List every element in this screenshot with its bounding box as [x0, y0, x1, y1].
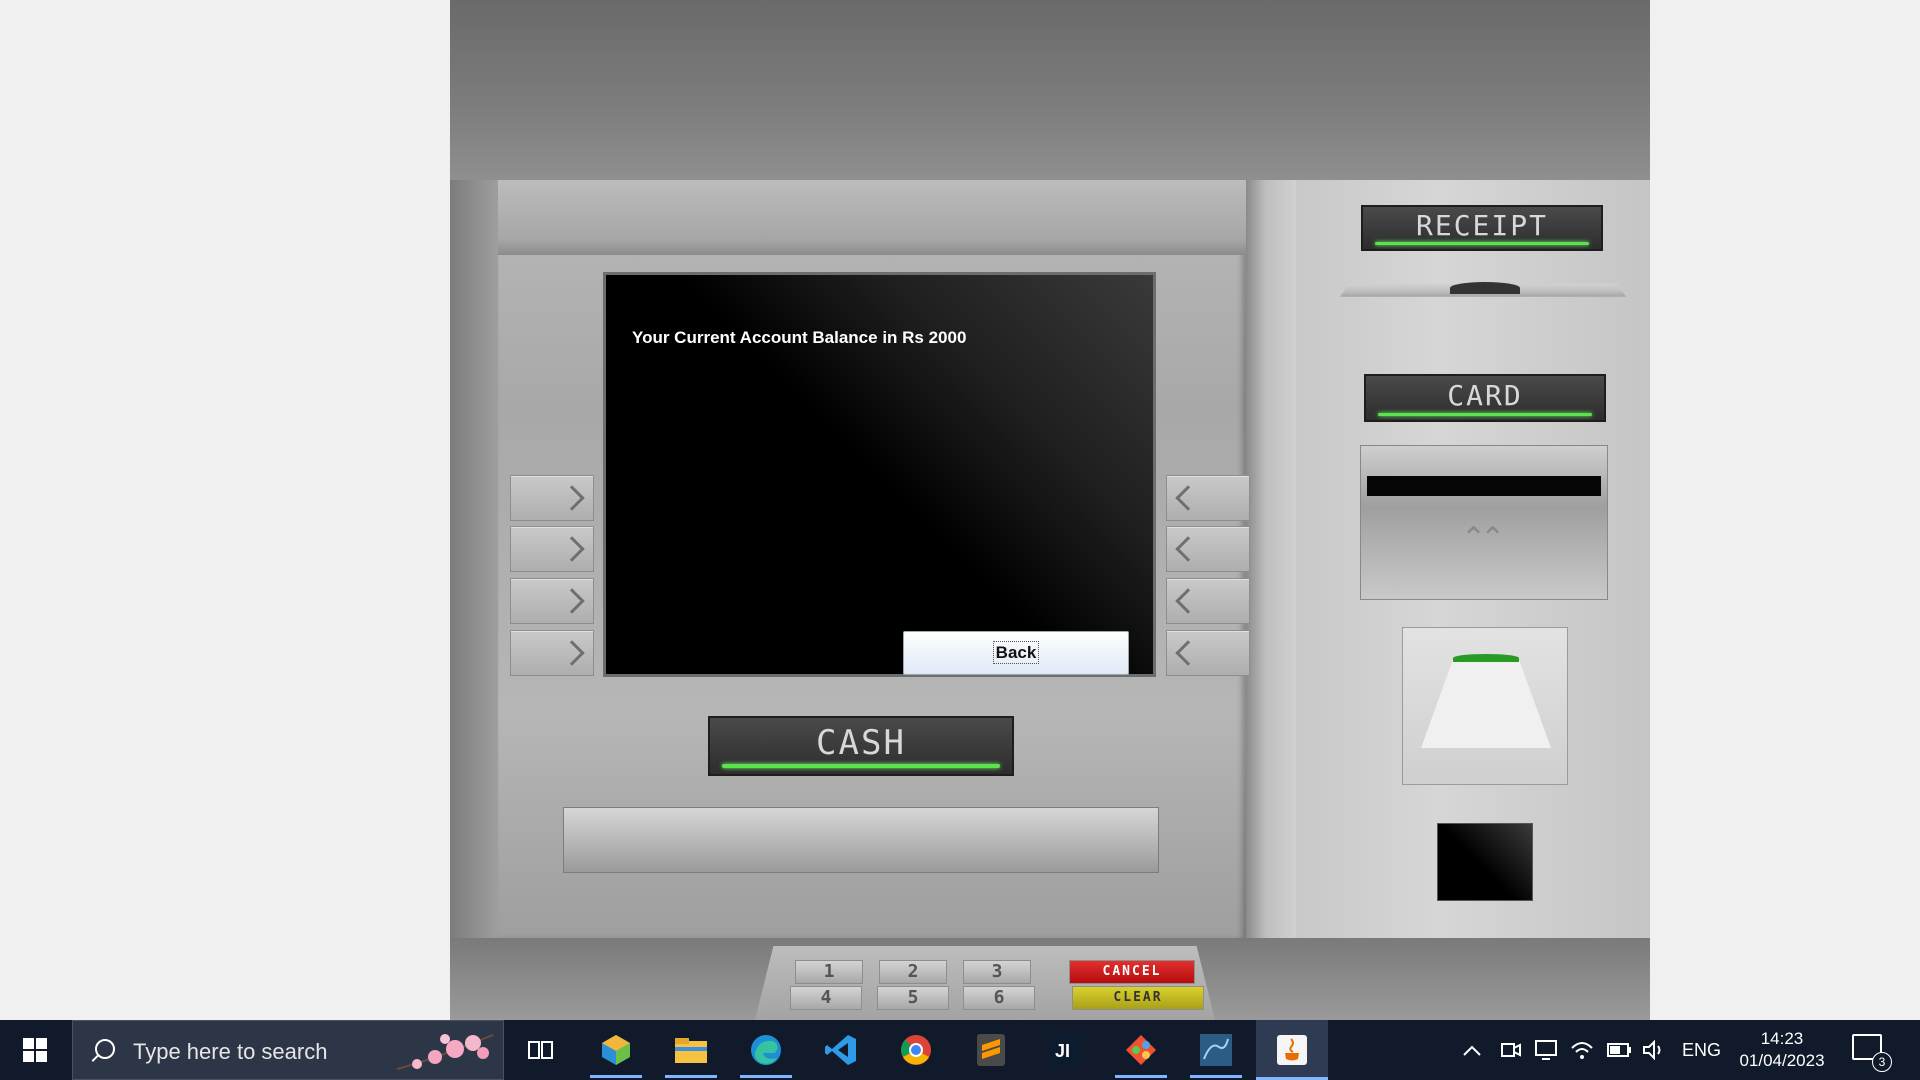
task-view-icon[interactable]: [515, 1028, 567, 1072]
clock-time: 14:23: [1760, 1029, 1804, 1048]
windows-logo-icon: [23, 1038, 47, 1062]
mysql-workbench-active-indicator: [1190, 1075, 1242, 1078]
card-label-text: CARD: [1447, 379, 1523, 412]
key-3[interactable]: 3: [963, 960, 1031, 984]
sublime-text-icon[interactable]: [965, 1028, 1017, 1072]
vscode-icon[interactable]: [815, 1028, 867, 1072]
cash-label-text: CASH: [816, 723, 906, 763]
back-button[interactable]: Back: [903, 631, 1129, 675]
language-indicator[interactable]: ENG: [1682, 1020, 1721, 1080]
cash-label: CASH: [708, 716, 1014, 776]
key-2[interactable]: 2: [879, 960, 947, 984]
screen-share-icon[interactable]: [1534, 1020, 1558, 1080]
taskbar: Type here to search JI ENG 14:23 01/04/2…: [0, 1020, 1920, 1080]
intellij-icon[interactable]: JI: [1040, 1028, 1092, 1072]
receipt-indicator-light: [1375, 242, 1589, 245]
card-indicator-light: [1378, 413, 1592, 416]
receipt-label-text: RECEIPT: [1415, 209, 1548, 242]
show-hidden-icons-icon[interactable]: [1462, 1020, 1482, 1080]
cherry-blossom-icon: [396, 1034, 494, 1070]
key-4[interactable]: 4: [790, 986, 862, 1010]
netbeans-icon[interactable]: [590, 1028, 642, 1078]
cash-dispenser-slot: [563, 807, 1159, 873]
right-side-button-1[interactable]: [1166, 475, 1250, 521]
left-side-button-4[interactable]: [510, 630, 594, 676]
green-led-icon: [1453, 654, 1519, 662]
card-label: CARD: [1364, 374, 1606, 422]
chevron-up-icon: ⌃⌃: [1461, 522, 1505, 555]
system-clock[interactable]: 14:23 01/04/2023: [1724, 1028, 1840, 1072]
git-tool-icon[interactable]: [1115, 1028, 1167, 1078]
desktop: Your Current Account Balance in Rs 2000 …: [0, 0, 1920, 1080]
wifi-icon[interactable]: [1570, 1020, 1594, 1080]
clear-key[interactable]: CLEAR: [1072, 986, 1204, 1010]
search-icon: [95, 1039, 115, 1059]
right-side-button-2[interactable]: [1166, 526, 1250, 572]
back-button-label: Back: [992, 641, 1040, 664]
card-slot[interactable]: ⌃⌃: [1360, 445, 1608, 600]
cash-indicator-light: [722, 764, 1000, 768]
key-5[interactable]: 5: [877, 986, 949, 1010]
chevron-left-icon: [1175, 485, 1201, 511]
edge-icon[interactable]: [740, 1028, 792, 1078]
volume-icon[interactable]: [1642, 1020, 1666, 1080]
key-1[interactable]: 1: [795, 960, 863, 984]
meet-now-icon[interactable]: [1500, 1020, 1522, 1080]
git-tool-active-indicator: [1115, 1075, 1167, 1078]
chevron-right-icon: [559, 588, 585, 614]
chevron-right-icon: [559, 536, 585, 562]
receipt-label: RECEIPT: [1361, 205, 1603, 251]
right-side-button-4[interactable]: [1166, 630, 1250, 676]
start-button[interactable]: [0, 1020, 70, 1080]
chrome-icon[interactable]: [890, 1028, 942, 1072]
atm-front-header: [498, 180, 1246, 255]
search-placeholder: Type here to search: [133, 1039, 328, 1064]
card-slit: [1367, 476, 1601, 496]
battery-icon[interactable]: [1606, 1020, 1632, 1080]
cancel-key[interactable]: CANCEL: [1069, 960, 1195, 984]
atm-screen: Your Current Account Balance in Rs 2000 …: [603, 272, 1156, 677]
chevron-right-icon: [559, 485, 585, 511]
edge-active-indicator: [740, 1075, 792, 1078]
left-side-button-3[interactable]: [510, 578, 594, 624]
chevron-left-icon: [1175, 640, 1201, 666]
right-side-button-3[interactable]: [1166, 578, 1250, 624]
mysql-workbench-icon[interactable]: [1190, 1028, 1242, 1078]
java-app-icon[interactable]: [1256, 1020, 1328, 1080]
taskbar-search[interactable]: Type here to search: [72, 1020, 504, 1080]
file-explorer-active-indicator: [665, 1075, 717, 1078]
atm-top-panel: [450, 0, 1650, 180]
left-side-button-2[interactable]: [510, 526, 594, 572]
svg-text:JI: JI: [1055, 1041, 1070, 1061]
notification-count-badge: 3: [1872, 1052, 1892, 1072]
camera-light-box: [1402, 627, 1568, 785]
chevron-right-icon: [559, 640, 585, 666]
receipt-slot-notch: [1450, 282, 1520, 294]
balance-message: Your Current Account Balance in Rs 2000: [632, 328, 967, 347]
netbeans-active-indicator: [590, 1075, 642, 1078]
light-cone: [1421, 658, 1551, 748]
atm-side-divider: [1246, 180, 1296, 940]
file-explorer-icon[interactable]: [665, 1028, 717, 1078]
clock-date: 01/04/2023: [1739, 1051, 1825, 1070]
chevron-left-icon: [1175, 588, 1201, 614]
key-6[interactable]: 6: [963, 986, 1035, 1010]
sensor-panel: [1437, 823, 1533, 901]
chevron-left-icon: [1175, 536, 1201, 562]
atm-left-strip: [450, 180, 498, 940]
left-side-button-1[interactable]: [510, 475, 594, 521]
